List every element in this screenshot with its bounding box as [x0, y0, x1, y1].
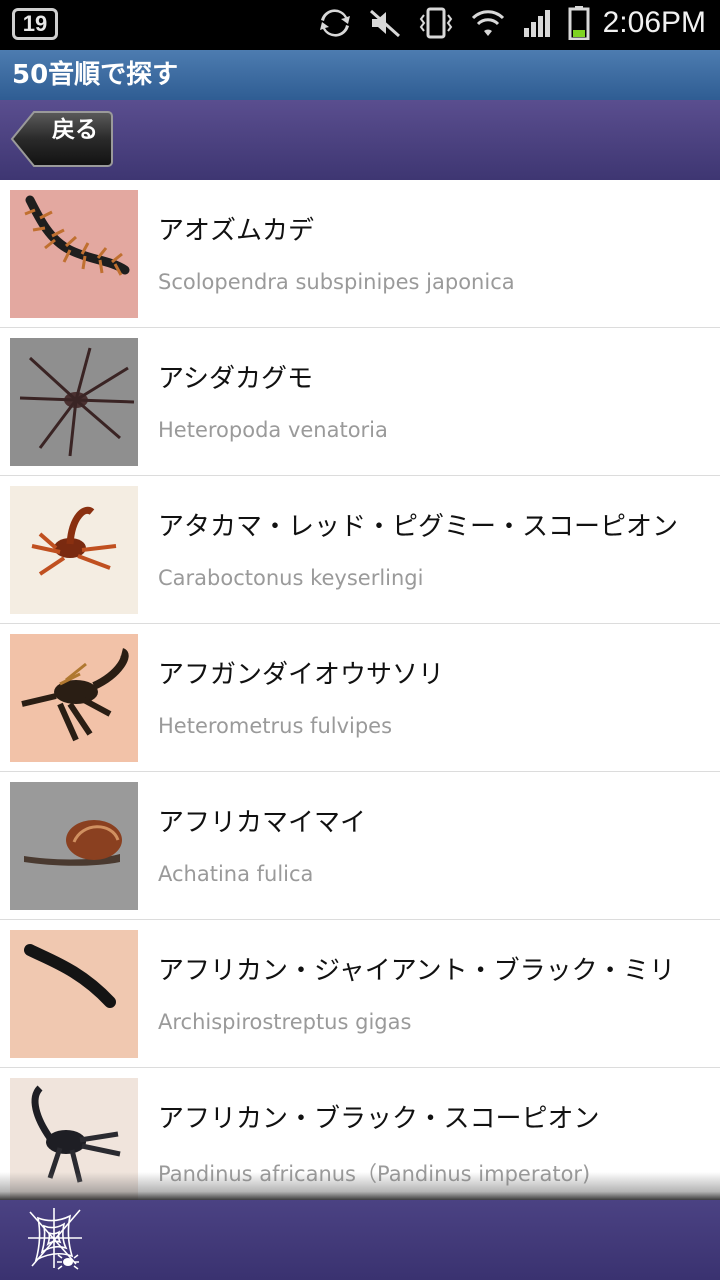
list-item[interactable]: アフガンダイオウサソリ Heterometrus fulvipes: [0, 624, 720, 772]
japanese-name: アフガンダイオウサソリ: [158, 660, 445, 690]
centipede-image: [10, 190, 138, 318]
list-item[interactable]: アオズムカデ Scolopendra subspinipes japonica: [0, 180, 720, 328]
spider-image: [10, 338, 138, 466]
spider-web-icon[interactable]: [26, 1206, 84, 1272]
wifi-icon: [470, 8, 506, 42]
list-item[interactable]: アシダカグモ Heteropoda venatoria: [0, 328, 720, 476]
japanese-name: アフリカン・ジャイアント・ブラック・ミリ: [158, 956, 676, 986]
japanese-name: アタカマ・レッド・ピグミー・スコーピオン: [158, 512, 679, 542]
list-item[interactable]: アフリカマイマイ Achatina fulica: [0, 772, 720, 920]
clock: 2:06PM: [602, 6, 706, 39]
mute-icon: [368, 8, 402, 42]
japanese-name: アフリカマイマイ: [158, 808, 367, 838]
japanese-name: アフリカン・ブラック・スコーピオン: [158, 1104, 600, 1134]
list-item[interactable]: アフリカン・ジャイアント・ブラック・ミリ Archispirostreptus …: [0, 920, 720, 1068]
back-button[interactable]: 戻る: [10, 110, 114, 168]
scientific-name: Heterometrus fulvipes: [158, 714, 393, 738]
snail-image: [10, 782, 138, 910]
bottom-bar: [0, 1200, 720, 1280]
sync-icon: [318, 8, 352, 42]
scientific-name: Heteropoda venatoria: [158, 418, 388, 442]
scroll-fade: [0, 1172, 720, 1200]
scientific-name: Archispirostreptus gigas: [158, 1010, 412, 1034]
red-scorpion-image: [10, 486, 138, 614]
list-item[interactable]: アタカマ・レッド・ピグミー・スコーピオン Caraboctonus keyser…: [0, 476, 720, 624]
scientific-name: Caraboctonus keyserlingi: [158, 566, 424, 590]
japanese-name: アオズムカデ: [158, 216, 315, 246]
vibrate-icon: [418, 7, 454, 43]
notification-badge: 19: [12, 8, 58, 40]
signal-icon: [522, 8, 552, 42]
scientific-name: Scolopendra subspinipes japonica: [158, 270, 515, 294]
scientific-name: Achatina fulica: [158, 862, 314, 886]
page-title: 50音順で探す: [0, 50, 720, 100]
dark-scorpion-image: [10, 634, 138, 762]
back-label: 戻る: [52, 117, 98, 143]
status-bar: 19 2:06PM: [0, 0, 720, 50]
japanese-name: アシダカグモ: [158, 364, 313, 394]
battery-icon: [568, 6, 590, 44]
species-list[interactable]: アオズムカデ Scolopendra subspinipes japonica …: [0, 180, 720, 1200]
millipede-image: [10, 930, 138, 1058]
nav-bar: 戻る: [0, 100, 720, 180]
